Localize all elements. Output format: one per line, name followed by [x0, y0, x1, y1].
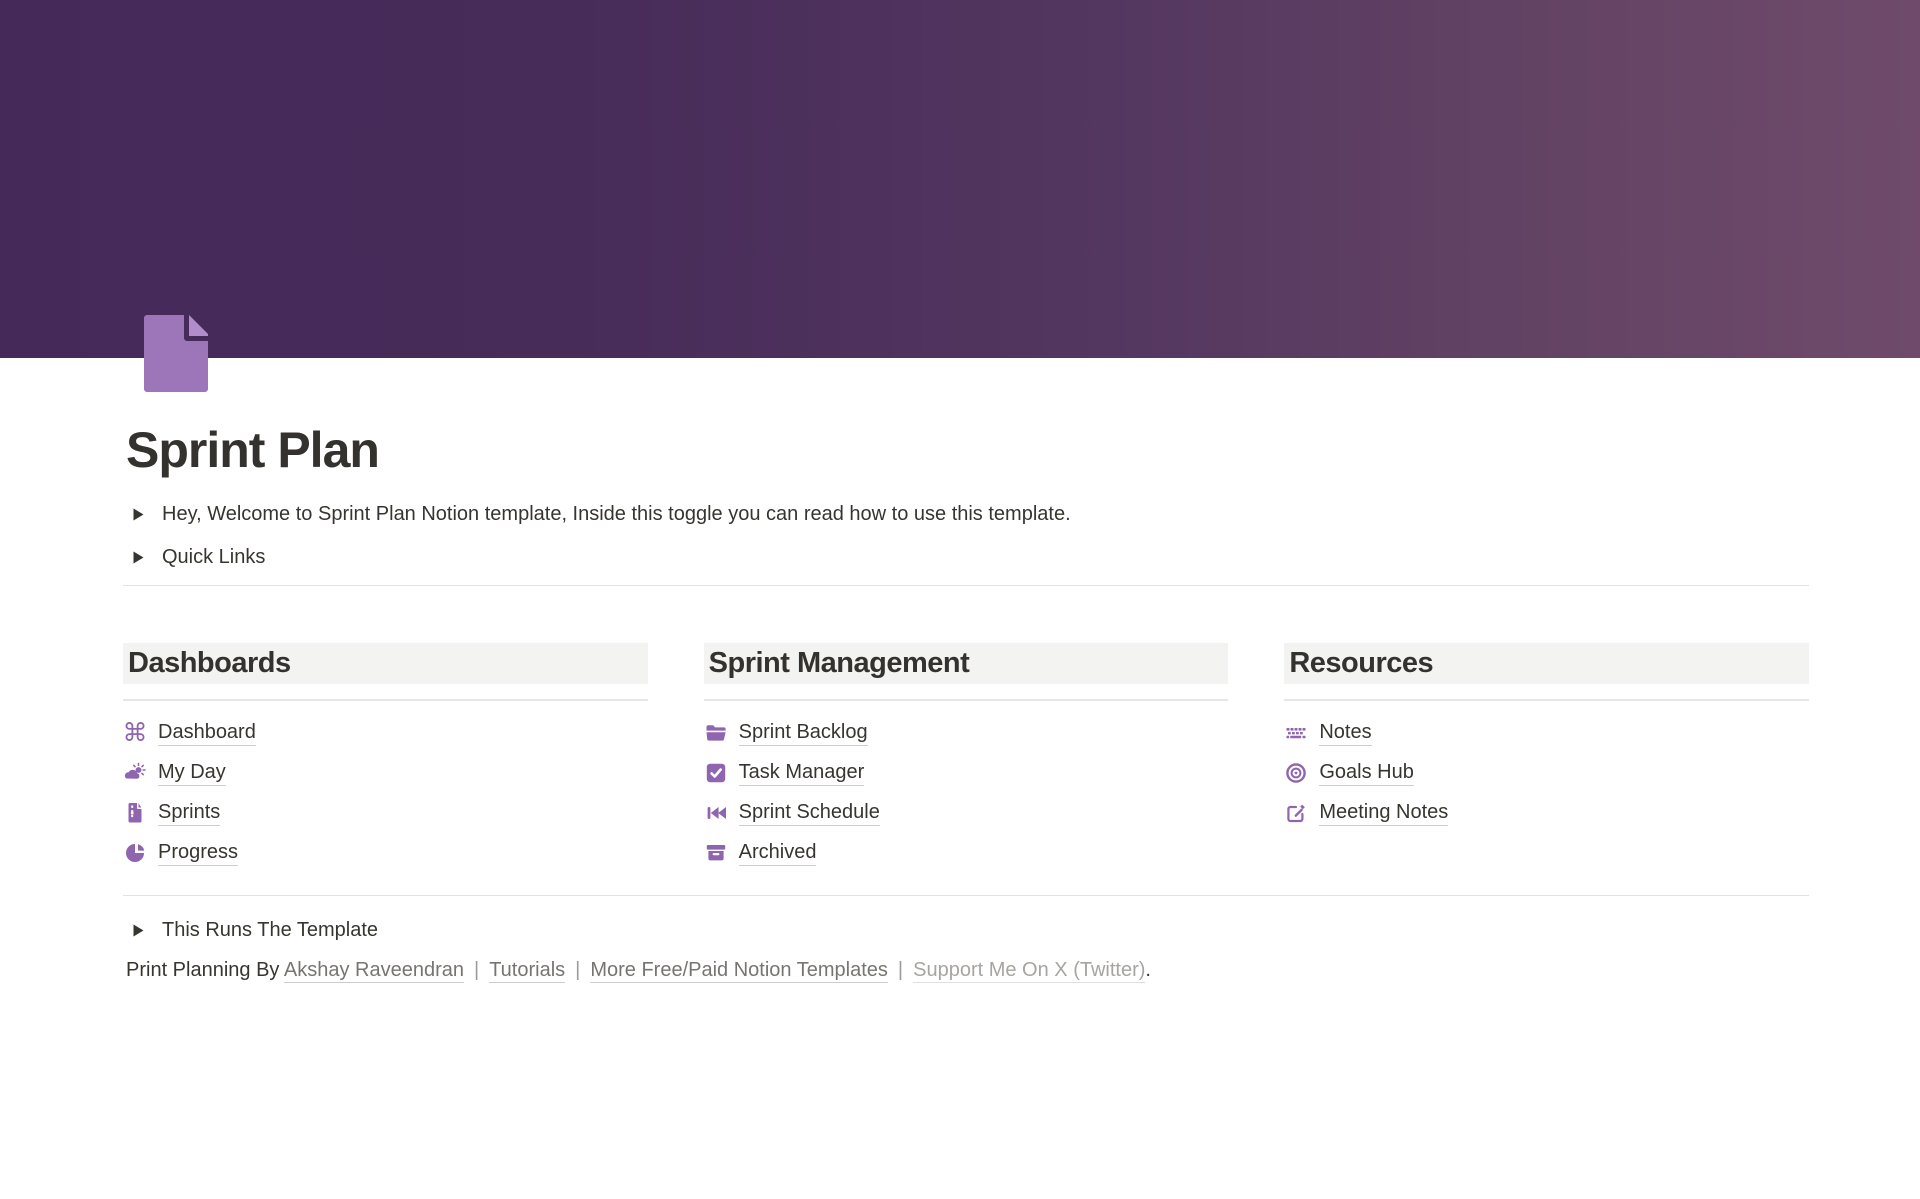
- divider: [123, 699, 648, 701]
- toggle-triangle-icon[interactable]: [133, 924, 144, 937]
- divider: [123, 895, 1809, 896]
- page-link-progress[interactable]: Progress: [158, 841, 238, 866]
- footer-credits: Print Planning By Akshay Raveendran | Tuto…: [126, 957, 1151, 984]
- page-link-notes[interactable]: Notes: [1319, 721, 1371, 746]
- list-item[interactable]: My Day: [123, 753, 648, 793]
- cover-image[interactable]: [0, 0, 1920, 358]
- heading-resources: Resources: [1284, 643, 1809, 684]
- page-link-sprint-schedule[interactable]: Sprint Schedule: [739, 801, 880, 826]
- document-icon: [124, 802, 146, 824]
- toggle-runs-template-label: This Runs The Template: [162, 919, 378, 942]
- footer-period: .: [1145, 959, 1151, 981]
- list-item[interactable]: Sprint Schedule: [704, 793, 1229, 833]
- footer-link-tutorials[interactable]: Tutorials: [489, 959, 565, 983]
- page-link-sprint-backlog[interactable]: Sprint Backlog: [739, 721, 868, 746]
- folder-icon: [705, 722, 727, 744]
- target-icon: [1285, 762, 1307, 784]
- page-icon[interactable]: [144, 315, 208, 392]
- toggle-quick-links-label: Quick Links: [162, 546, 265, 569]
- footer-link-author[interactable]: Akshay Raveendran: [284, 959, 464, 983]
- document-page-icon: [144, 315, 208, 392]
- list-item[interactable]: Notes: [1284, 713, 1809, 753]
- list-item[interactable]: Sprints: [123, 793, 648, 833]
- column-resources: Resources Notes: [1284, 643, 1809, 873]
- toggle-quick-links[interactable]: Quick Links: [133, 542, 265, 572]
- footer-prefix: Print Planning By: [126, 959, 284, 981]
- sun-cloud-icon: [124, 762, 146, 784]
- page-link-goals-hub[interactable]: Goals Hub: [1319, 761, 1414, 786]
- footer-separator: |: [474, 959, 479, 981]
- toggle-welcome-label: Hey, Welcome to Sprint Plan Notion templ…: [162, 503, 1071, 526]
- link-list: Sprint Backlog Task Manager: [704, 713, 1229, 873]
- list-item[interactable]: Sprint Backlog: [704, 713, 1229, 753]
- pie-chart-icon: [124, 842, 146, 864]
- link-list: ⌘ Dashboard: [123, 713, 648, 873]
- list-item[interactable]: Goals Hub: [1284, 753, 1809, 793]
- column-sprint-management: Sprint Management Sprint Backlog: [704, 643, 1229, 873]
- page-link-my-day[interactable]: My Day: [158, 761, 226, 786]
- page-title: Sprint Plan: [126, 421, 379, 479]
- divider: [1284, 699, 1809, 701]
- footer-link-support[interactable]: Support Me On X (Twitter): [913, 959, 1145, 983]
- notion-page: Sprint Plan Hey, Welcome to Sprint Plan …: [0, 0, 1920, 1199]
- page-link-meeting-notes[interactable]: Meeting Notes: [1319, 801, 1448, 826]
- divider: [704, 699, 1229, 701]
- command-icon: ⌘: [124, 722, 146, 744]
- toggle-triangle-icon[interactable]: [133, 551, 144, 564]
- edit-icon: [1285, 802, 1307, 824]
- toggle-triangle-icon[interactable]: [133, 508, 144, 521]
- list-item[interactable]: ⌘ Dashboard: [123, 713, 648, 753]
- footer-separator: |: [898, 959, 903, 981]
- page-link-archived[interactable]: Archived: [739, 841, 817, 866]
- column-dashboards: Dashboards ⌘ Dashboard: [123, 643, 648, 873]
- link-list: Notes Goals Hub: [1284, 713, 1809, 833]
- skip-back-icon: [705, 802, 727, 824]
- divider: [123, 585, 1809, 586]
- page-link-dashboard[interactable]: Dashboard: [158, 721, 256, 746]
- list-item[interactable]: Meeting Notes: [1284, 793, 1809, 833]
- checkbox-icon: [705, 762, 727, 784]
- column-layout: Dashboards ⌘ Dashboard: [123, 643, 1809, 873]
- toggle-runs-template[interactable]: This Runs The Template: [133, 915, 378, 945]
- archive-icon: [705, 842, 727, 864]
- heading-dashboards: Dashboards: [123, 643, 648, 684]
- list-item[interactable]: Task Manager: [704, 753, 1229, 793]
- footer-link-templates[interactable]: More Free/Paid Notion Templates: [590, 959, 888, 983]
- footer-separator: |: [575, 959, 580, 981]
- list-item[interactable]: Progress: [123, 833, 648, 873]
- heading-sprint-management: Sprint Management: [704, 643, 1229, 684]
- toggle-welcome[interactable]: Hey, Welcome to Sprint Plan Notion templ…: [133, 499, 1071, 529]
- page-link-sprints[interactable]: Sprints: [158, 801, 220, 826]
- page-link-task-manager[interactable]: Task Manager: [739, 761, 865, 786]
- keyboard-icon: [1285, 722, 1307, 744]
- list-item[interactable]: Archived: [704, 833, 1229, 873]
